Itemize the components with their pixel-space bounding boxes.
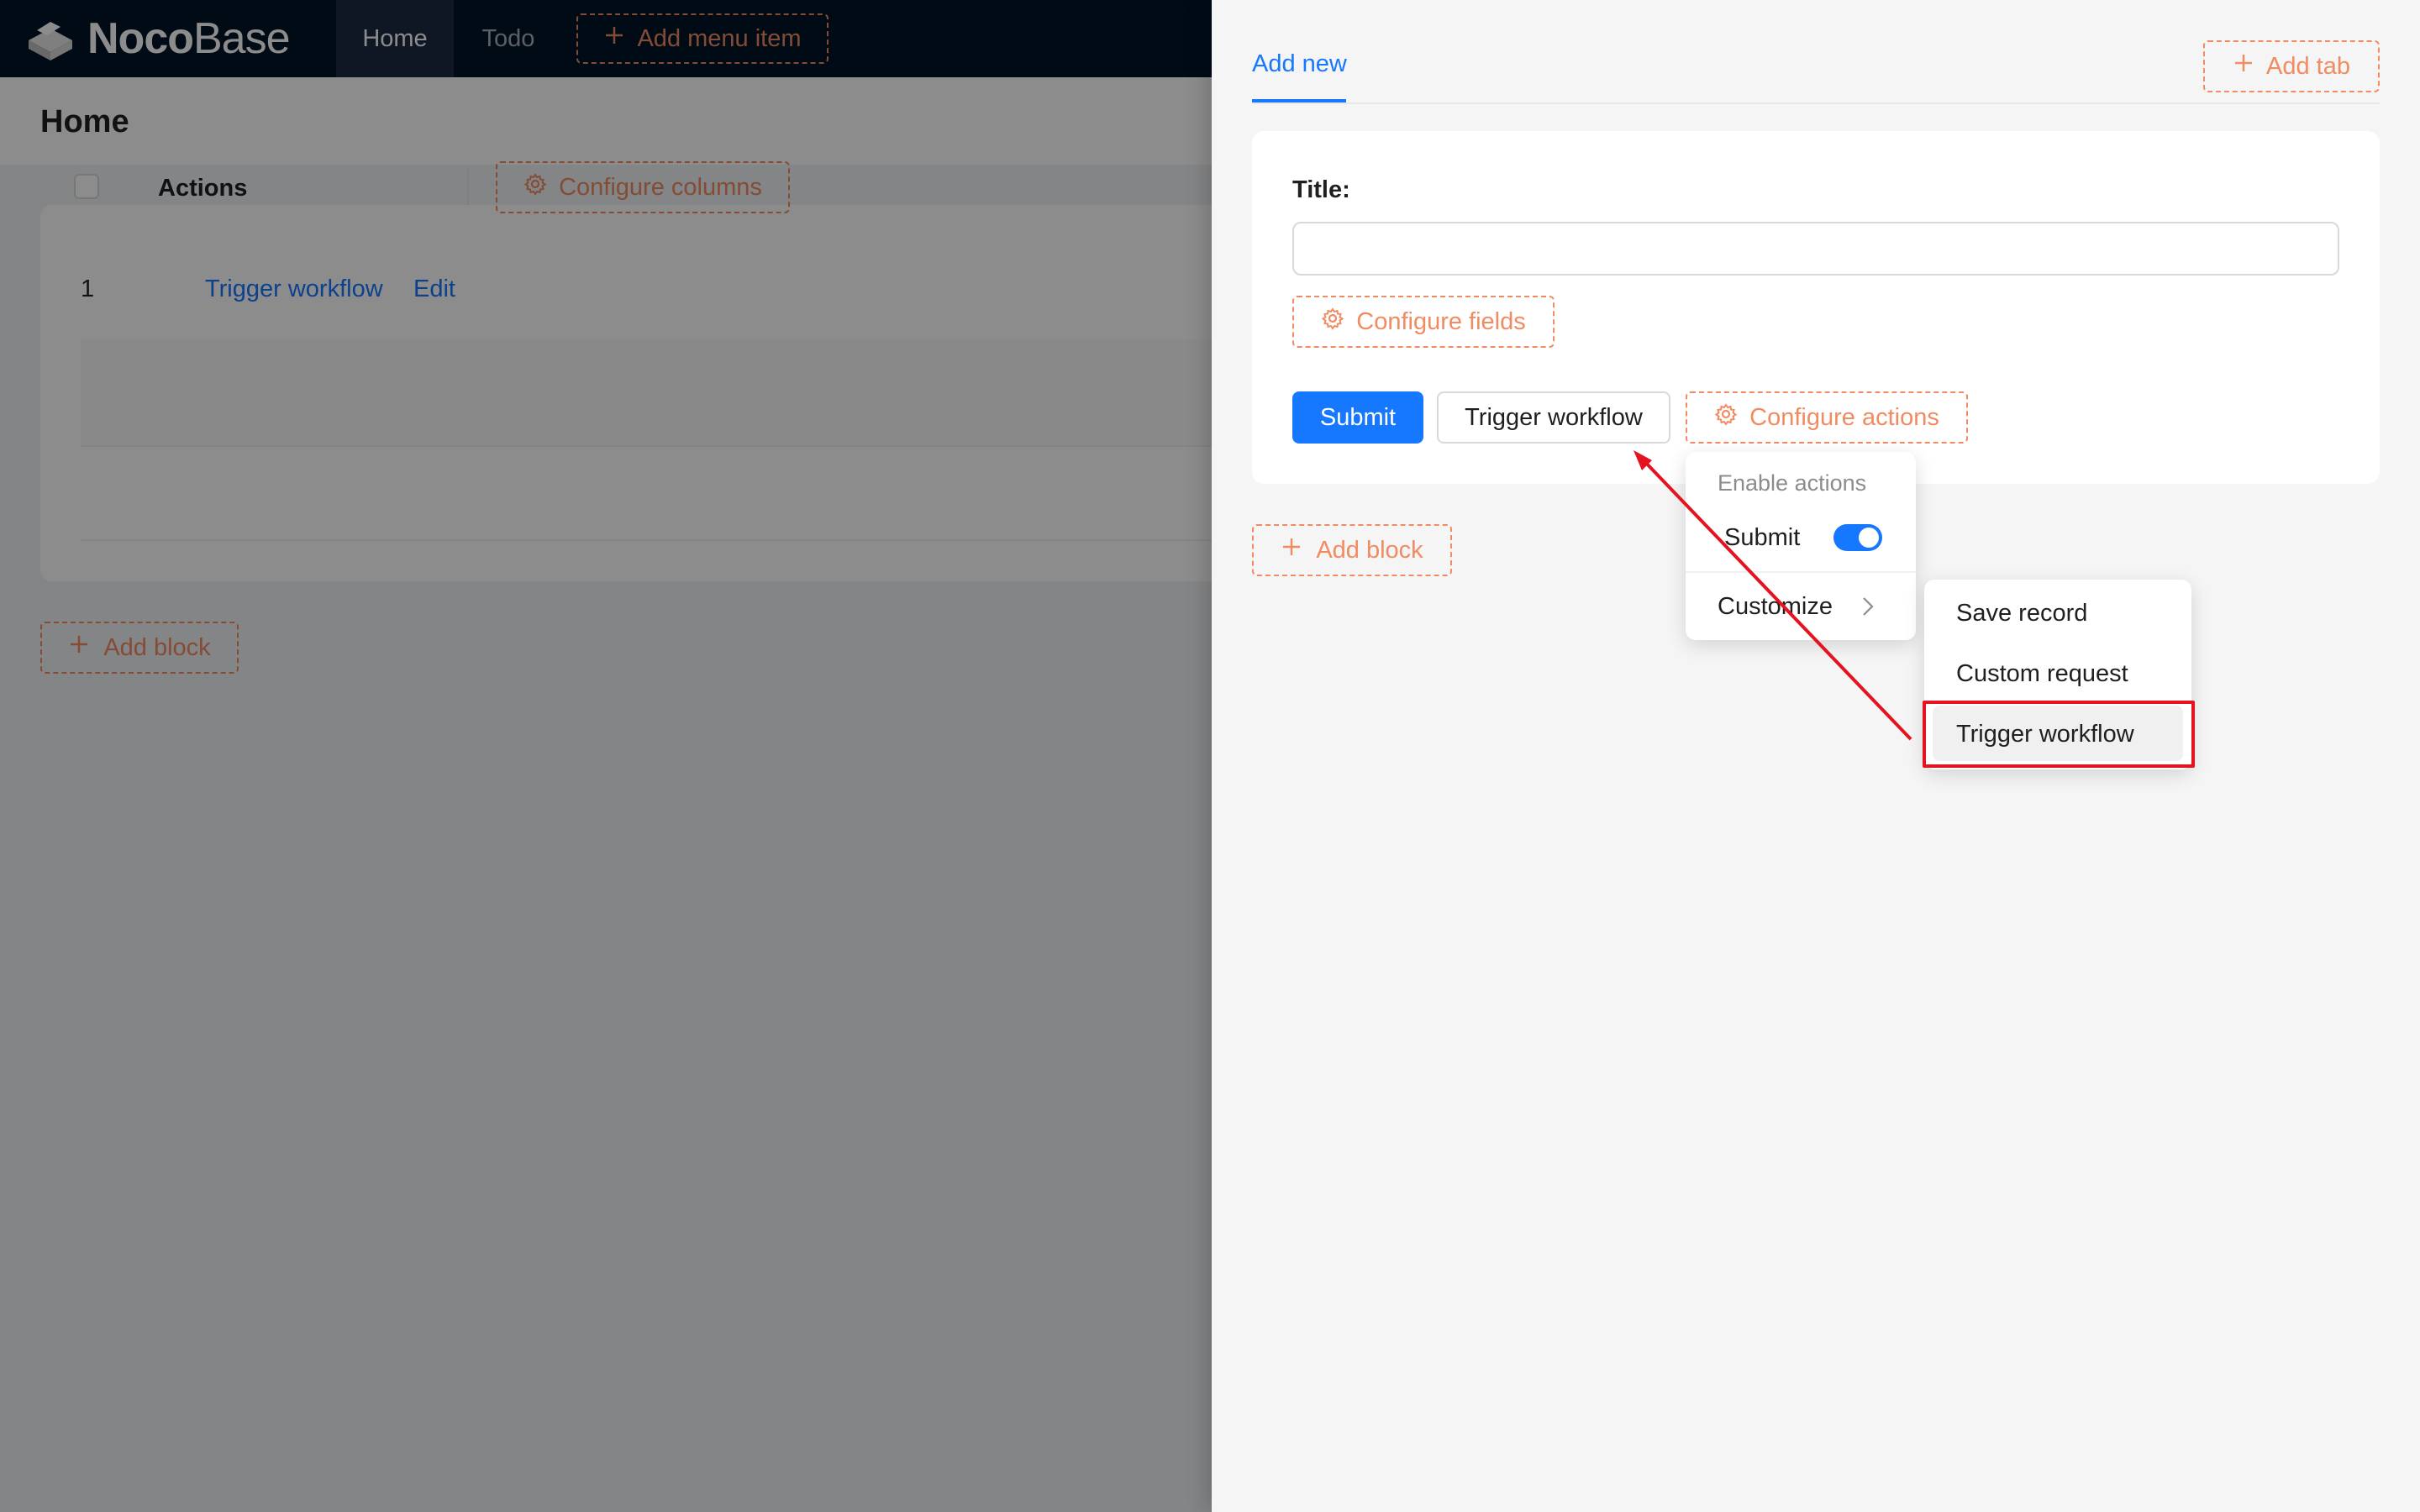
plus-icon [1281, 536, 1302, 564]
trigger-workflow-label: Trigger workflow [1465, 403, 1643, 431]
submit-toggle-switch[interactable] [1833, 524, 1882, 551]
configure-actions-button[interactable]: Configure actions [1686, 391, 1968, 444]
annotation-highlight-box [1923, 701, 2195, 768]
toggle-knob [1859, 528, 1879, 548]
title-label-colon: : [1342, 176, 1350, 203]
configure-actions-label: Configure actions [1749, 403, 1939, 431]
tab-bar-divider [1252, 102, 2380, 104]
dropdown-divider [1686, 571, 1916, 573]
title-input[interactable] [1292, 222, 2339, 276]
title-field-label: Title: [1292, 176, 1350, 204]
title-label-text: Title [1292, 176, 1343, 203]
customize-menu-item[interactable]: Customize [1718, 593, 1833, 621]
configure-fields-button[interactable]: Configure fields [1292, 296, 1555, 348]
drawer-add-block-button[interactable]: Add block [1252, 524, 1452, 576]
drawer-mask[interactable] [0, 0, 1212, 1512]
add-tab-label: Add tab [2266, 52, 2350, 80]
chevron-right-icon [1863, 597, 1874, 616]
submit-button-label: Submit [1319, 403, 1397, 431]
add-block-label: Add block [1316, 536, 1423, 564]
configure-fields-label: Configure fields [1356, 307, 1526, 335]
plus-icon [2233, 52, 2254, 81]
enable-actions-group-title: Enable actions [1718, 470, 1867, 496]
add-tab-button[interactable]: Add tab [2203, 40, 2380, 92]
submenu-item-custom-request[interactable]: Custom request [1956, 660, 2128, 688]
trigger-workflow-button[interactable]: Trigger workflow [1437, 391, 1670, 444]
submit-toggle-label: Submit [1724, 524, 1801, 551]
tab-add-new[interactable]: Add new [1252, 50, 1347, 78]
gear-icon [1714, 402, 1738, 433]
submit-button[interactable]: Submit [1292, 391, 1423, 444]
gear-icon [1321, 307, 1344, 337]
submenu-item-save-record[interactable]: Save record [1956, 600, 2087, 627]
